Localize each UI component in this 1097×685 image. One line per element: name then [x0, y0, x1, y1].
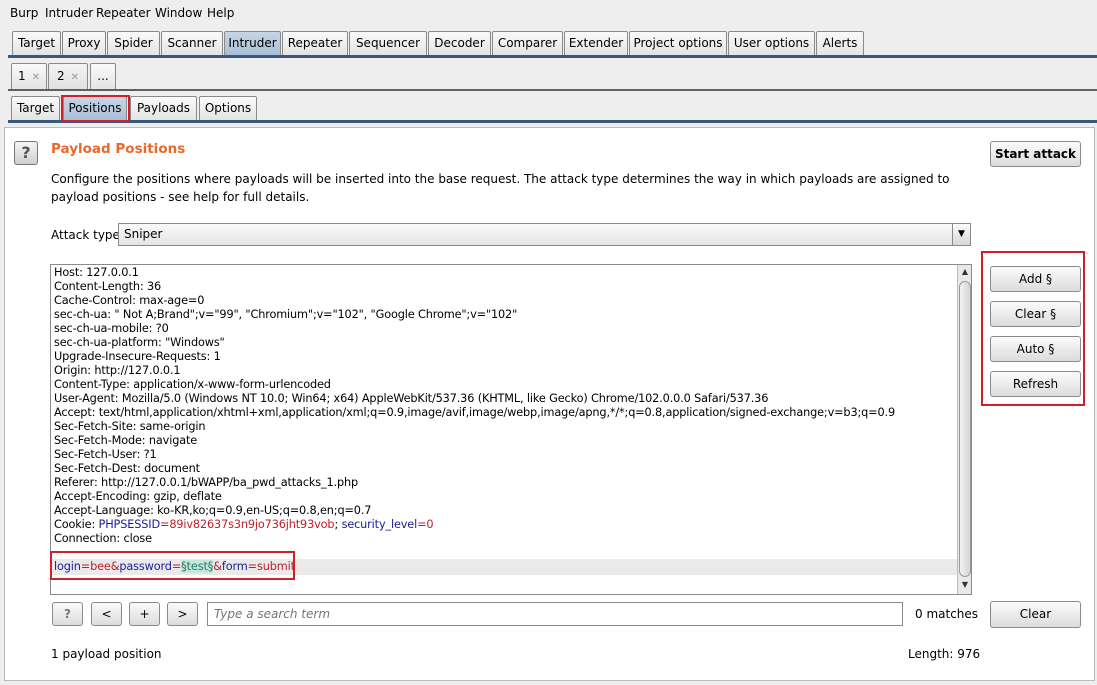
- cookie-param-name: security_level: [341, 518, 418, 531]
- search-prev-button[interactable]: <: [91, 602, 122, 626]
- section-description: Configure the positions where payloads w…: [51, 172, 950, 204]
- refresh-button[interactable]: Refresh: [990, 371, 1081, 397]
- start-attack-button[interactable]: Start attack: [990, 141, 1081, 167]
- tab-intruder[interactable]: Intruder: [224, 31, 281, 55]
- request-length: Length: 976: [908, 647, 981, 661]
- cookie-param-value: =89iv82637s3n9jo736jht93vob: [160, 518, 335, 531]
- request-line: Accept: text/html,application/xhtml+xml,…: [54, 406, 895, 419]
- search-matches: 0 matches: [915, 607, 979, 621]
- request-line: Host: 127.0.0.1: [54, 266, 139, 279]
- tab-scanner[interactable]: Scanner: [161, 31, 223, 55]
- tab-divider: [8, 89, 1097, 91]
- main-tab-bar: Target Proxy Spider Scanner Intruder Rep…: [0, 30, 1097, 60]
- menu-burp[interactable]: Burp: [10, 6, 38, 20]
- tab-target[interactable]: Target: [12, 31, 61, 55]
- attack-type-label: Attack type:: [51, 228, 124, 242]
- section-title: Payload Positions: [51, 141, 186, 157]
- close-icon[interactable]: ✕: [71, 72, 79, 83]
- attack-tab-2-label: 2: [56, 69, 65, 83]
- menu-intruder[interactable]: Intruder: [45, 6, 93, 20]
- connection-line: Connection: close: [54, 532, 152, 545]
- subtab-payloads[interactable]: Payloads: [130, 96, 197, 120]
- menu-help[interactable]: Help: [207, 6, 234, 20]
- request-line: Upgrade-Insecure-Requests: 1: [54, 350, 221, 363]
- tab-alerts[interactable]: Alerts: [816, 31, 864, 55]
- body-highlight: [50, 551, 295, 580]
- close-icon[interactable]: ✕: [32, 72, 40, 83]
- subtab-options[interactable]: Options: [199, 96, 257, 120]
- tab-divider: [8, 120, 1097, 123]
- tab-decoder[interactable]: Decoder: [428, 31, 491, 55]
- request-line: Accept-Encoding: gzip, deflate: [54, 490, 222, 503]
- scrollbar-thumb[interactable]: [959, 281, 971, 577]
- menu-repeater[interactable]: Repeater: [96, 6, 151, 20]
- request-line: Cache-Control: max-age=0: [54, 294, 205, 307]
- search-add-button[interactable]: +: [129, 602, 160, 626]
- request-line: Sec-Fetch-Dest: document: [54, 462, 200, 475]
- cookie-param-name: PHPSESSID: [98, 518, 161, 531]
- search-next-button[interactable]: >: [167, 602, 198, 626]
- request-line: Sec-Fetch-Site: same-origin: [54, 420, 206, 433]
- request-line: Accept-Language: ko-KR,ko;q=0.9,en-US;q=…: [54, 504, 372, 517]
- menu-bar: Burp Intruder Repeater Window Help: [0, 0, 1097, 26]
- new-attack-tab[interactable]: ...: [90, 63, 116, 89]
- search-input[interactable]: [207, 602, 903, 626]
- request-line: User-Agent: Mozilla/5.0 (Windows NT 10.0…: [54, 392, 769, 405]
- request-line: Origin: http://127.0.0.1: [54, 364, 181, 377]
- clear-button[interactable]: Clear: [990, 601, 1081, 628]
- tab-extender[interactable]: Extender: [564, 31, 628, 55]
- attack-tab-1[interactable]: 1 ✕: [11, 63, 47, 89]
- cookie-param-value: =0: [417, 518, 434, 531]
- cookie-line: Cookie: PHPSESSID=89iv82637s3n9jo736jht9…: [54, 518, 434, 532]
- scroll-down-icon[interactable]: ▼: [960, 580, 970, 589]
- tab-spider[interactable]: Spider: [107, 31, 160, 55]
- request-line: sec-ch-ua-platform: "Windows": [54, 336, 225, 349]
- scroll-up-icon[interactable]: ▲: [960, 267, 970, 276]
- request-line: sec-ch-ua-mobile: ?0: [54, 322, 169, 335]
- request-line: Content-Type: application/x-www-form-url…: [54, 378, 331, 391]
- auto-marker-button[interactable]: Auto §: [990, 336, 1081, 362]
- attack-type-value: Sniper: [124, 227, 163, 241]
- tab-proxy[interactable]: Proxy: [62, 31, 106, 55]
- attack-tab-bar: 1 ✕ 2 ✕ ...: [0, 63, 1097, 93]
- search-help-button[interactable]: ?: [52, 602, 83, 626]
- tab-divider: [8, 55, 1097, 58]
- tab-repeater[interactable]: Repeater: [282, 31, 348, 55]
- tab-project-options[interactable]: Project options: [629, 31, 727, 55]
- request-line: Referer: http://127.0.0.1/bWAPP/ba_pwd_a…: [54, 476, 359, 489]
- request-line: Sec-Fetch-Mode: navigate: [54, 434, 198, 447]
- intruder-subtab-bar: Target Positions Payloads Options: [0, 96, 1097, 126]
- tab-user-options[interactable]: User options: [728, 31, 815, 55]
- clear-markers-button[interactable]: Clear §: [990, 301, 1081, 327]
- subtab-target[interactable]: Target: [11, 96, 60, 120]
- attack-tab-2[interactable]: 2 ✕: [48, 63, 88, 89]
- tab-comparer[interactable]: Comparer: [492, 31, 563, 55]
- positions-highlight: [61, 95, 130, 122]
- chevron-down-icon[interactable]: ▼: [952, 224, 970, 245]
- add-marker-button[interactable]: Add §: [990, 266, 1081, 292]
- request-line: Sec-Fetch-User: ?1: [54, 448, 157, 461]
- request-editor[interactable]: Host: 127.0.0.1 Content-Length: 36 Cache-C…: [50, 264, 972, 595]
- attack-tab-1-label: 1: [17, 69, 26, 83]
- menu-window[interactable]: Window: [155, 6, 202, 20]
- payload-position-count: 1 payload position: [51, 647, 162, 661]
- cookie-prefix: Cookie:: [54, 518, 99, 531]
- editor-scrollbar[interactable]: ▲ ▼: [957, 265, 971, 594]
- attack-type-select[interactable]: Sniper ▼: [118, 223, 971, 246]
- request-line: sec-ch-ua: " Not A;Brand";v="99", "Chrom…: [54, 308, 518, 321]
- request-line: Content-Length: 36: [54, 280, 162, 293]
- cookie-separator: ;: [334, 518, 342, 531]
- tab-sequencer[interactable]: Sequencer: [349, 31, 427, 55]
- help-icon[interactable]: ?: [14, 141, 38, 165]
